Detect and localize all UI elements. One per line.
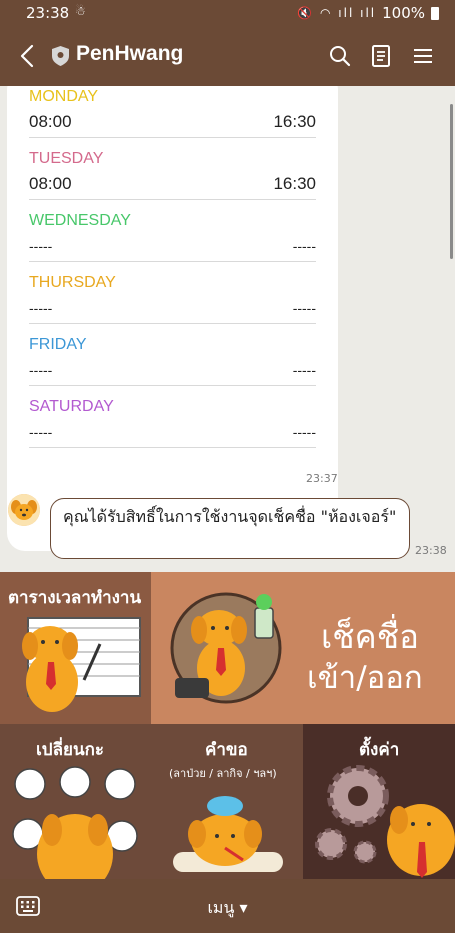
request-tile[interactable]: คำขอ (ลาป่วย / ลากิจ / ฯลฯ) <box>151 724 303 879</box>
divider <box>29 323 316 324</box>
start-time: ----- <box>29 238 53 254</box>
schedule-day-monday: MONDAY 08:00 16:30 <box>29 87 316 138</box>
divider <box>29 261 316 262</box>
day-name: FRIDAY <box>29 336 87 353</box>
divider <box>29 199 316 200</box>
bottom-bar: เมนู ▾ <box>0 879 455 933</box>
chat-header: PenHwang <box>0 26 455 86</box>
divider <box>29 385 316 386</box>
signal-icons: 🔇 ◠ ıll ıll <box>297 6 377 20</box>
day-times: 08:00 16:30 <box>29 173 316 195</box>
shield-icon <box>52 46 69 66</box>
request-illustration <box>173 796 283 872</box>
message-timestamp: 23:38 <box>415 544 447 557</box>
start-time: ----- <box>29 300 53 316</box>
search-icon[interactable] <box>326 42 354 70</box>
day-times: ----- ----- <box>29 235 316 257</box>
start-time: 08:00 <box>29 174 72 193</box>
day-name: SATURDAY <box>29 398 114 415</box>
schedule-day-tuesday: TUESDAY 08:00 16:30 <box>29 149 316 200</box>
status-right: 🔇 ◠ ıll ıll 100% <box>297 4 439 22</box>
scrollbar[interactable] <box>450 104 453 259</box>
menu-toggle[interactable]: เมนู ▾ <box>0 896 455 921</box>
end-time: ----- <box>292 424 316 440</box>
status-time: 23:38 <box>26 4 70 22</box>
end-time: 16:30 <box>273 174 316 193</box>
day-name: MONDAY <box>29 88 99 105</box>
battery-level: 100% <box>382 4 425 22</box>
day-times: 08:00 16:30 <box>29 111 316 133</box>
gear-icon <box>315 765 455 878</box>
end-time: 16:30 <box>273 112 316 131</box>
chat-area[interactable]: MONDAY 08:00 16:30 TUESDAY 08:00 16:30 WEDNESD… <box>0 86 455 572</box>
timetable-tile[interactable]: ตารางเวลาทำงาน <box>0 572 151 724</box>
card-timestamp: 23:37 <box>306 472 338 485</box>
end-time: ----- <box>292 238 316 254</box>
schedule-card: MONDAY 08:00 16:30 TUESDAY 08:00 16:30 WEDNESD… <box>7 86 338 551</box>
end-time: ----- <box>292 300 316 316</box>
battery-icon <box>431 6 439 20</box>
page-title: PenHwang <box>76 42 184 65</box>
message-text: คุณได้รับสิทธิ์ในการใช้งานจุดเช็คชื่อ "ห… <box>63 507 397 526</box>
settings-tile[interactable]: ตั้งค่า <box>303 724 455 879</box>
day-times: ----- ----- <box>29 359 316 381</box>
dog-avatar-icon <box>8 494 40 526</box>
checkin-tile[interactable]: เช็คชื่อ เข้า/ออก <box>151 572 455 724</box>
notification-icon: ☃ <box>75 4 86 18</box>
schedule-day-wednesday: WEDNESDAY ----- ----- <box>29 211 316 262</box>
rich-menu: ตารางเวลาทำงาน เช็คชื่อ เข้า/ออก เปลี่ยน… <box>0 572 455 879</box>
timetable-illustration <box>22 617 141 712</box>
start-time: ----- <box>29 424 53 440</box>
change-shift-illustration <box>12 766 138 879</box>
day-name: THURSDAY <box>29 274 116 291</box>
schedule-day-thursday: THURSDAY ----- ----- <box>29 273 316 324</box>
back-arrow-icon[interactable] <box>12 40 44 72</box>
day-times: ----- ----- <box>29 421 316 443</box>
divider <box>29 137 316 138</box>
day-times: ----- ----- <box>29 297 316 319</box>
menu-icon[interactable] <box>409 42 437 70</box>
divider <box>29 447 316 448</box>
day-name: WEDNESDAY <box>29 212 131 229</box>
change-shift-tile[interactable]: เปลี่ยนกะ <box>0 724 151 879</box>
start-time: 08:00 <box>29 112 72 131</box>
end-time: ----- <box>292 362 316 378</box>
message-bubble: คุณได้รับสิทธิ์ในการใช้งานจุดเช็คชื่อ "ห… <box>50 498 410 559</box>
start-time: ----- <box>29 362 53 378</box>
day-name: TUESDAY <box>29 150 104 167</box>
status-bar: 23:38 ☃ 🔇 ◠ ıll ıll 100% <box>0 0 455 26</box>
avatar[interactable] <box>8 494 40 526</box>
checkin-sub-label: เข้า/ออก <box>307 660 423 696</box>
schedule-day-friday: FRIDAY ----- ----- <box>29 335 316 386</box>
notes-icon[interactable] <box>367 42 395 70</box>
schedule-day-saturday: SATURDAY ----- ----- <box>29 397 316 448</box>
